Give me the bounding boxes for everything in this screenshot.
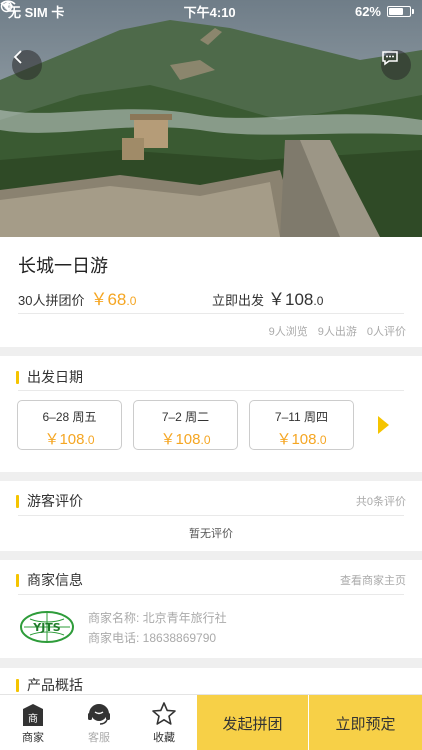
group-price-label: 30人拼团价 (18, 293, 85, 308)
merchant-phone[interactable]: 商家电话: 18638869790 (88, 628, 227, 648)
date-option[interactable]: 7–2 周二 ￥108.0 (133, 400, 238, 450)
now-price-label: 立即出发 (212, 293, 265, 308)
group-price-value: ￥68.0 (90, 290, 137, 309)
reviews-section: 游客评价 共0条评价 暂无评价 (0, 481, 422, 551)
chat-bubble-icon (382, 51, 398, 66)
book-now-button[interactable]: 立即预定 (309, 695, 422, 750)
date-text: 7–2 周二 (161, 410, 210, 424)
departure-title: 出发日期 (27, 369, 83, 385)
departure-section: 出发日期 6–28 周五 ￥108.0 7–2 周二 ￥108.0 7–11 周… (0, 356, 422, 472)
service-tab-label: 客服 (88, 732, 110, 744)
battery-percent: 62% (354, 3, 381, 19)
hero-image: 无 SIM 卡 下午4:10 62% (0, 0, 422, 237)
product-overview-title: 产品概括 (27, 677, 83, 693)
battery-cap (412, 8, 414, 14)
accent-bar (16, 370, 19, 384)
accent-bar (16, 494, 19, 508)
headset-icon (88, 704, 110, 725)
merchant-tab[interactable]: 商 商家 (0, 695, 66, 750)
back-button[interactable] (12, 50, 42, 80)
section-header: 游客评价 共0条评价 (16, 490, 406, 512)
merchant-logo[interactable]: YJTS (16, 609, 78, 645)
section-header: 出发日期 (16, 366, 406, 388)
reviews-title: 游客评价 (27, 493, 83, 509)
merchant-title: 商家信息 (27, 572, 83, 588)
clock-text: 下午4:10 (183, 4, 236, 20)
date-price: ￥108.0 (276, 431, 327, 448)
product-title: 长城一日游 (18, 256, 108, 276)
start-group-button[interactable]: 发起拼团 (197, 695, 308, 750)
reviews-count: 0人评价 (366, 326, 406, 338)
message-button[interactable] (381, 50, 411, 80)
status-bar: 无 SIM 卡 下午4:10 62% (0, 0, 422, 22)
section-header: 产品概括 (16, 674, 406, 696)
date-text: 6–28 周五 (42, 410, 97, 424)
price-row: 30人拼团价 ￥68.0 立即出发 ￥108.0 (18, 285, 404, 309)
date-option[interactable]: 7–11 周四 ￥108.0 (249, 400, 354, 450)
service-tab[interactable]: 客服 (66, 695, 132, 750)
now-price: 立即出发 ￥108.0 (212, 285, 323, 310)
svg-text:YJTS: YJTS (32, 621, 61, 634)
location-arrow-icon (1, 1, 10, 10)
merchant-section: 商家信息 查看商家主页 YJTS 商家名称: 北京青年旅行社 商家电话: 186… (0, 560, 422, 658)
date-text: 7–11 周四 (274, 410, 329, 424)
group-price: 30人拼团价 ￥68.0 (18, 285, 136, 310)
favorite-tab[interactable]: 收藏 (131, 695, 197, 750)
reviews-count-link[interactable]: 共0条评价 (356, 493, 406, 509)
divider (18, 515, 404, 516)
merchant-info: 商家名称: 北京青年旅行社 商家电话: 18638869790 (88, 608, 227, 648)
svg-text:商: 商 (28, 712, 38, 725)
chevron-left-icon (13, 50, 22, 64)
accent-bar (16, 678, 19, 692)
date-option[interactable]: 6–28 周五 ￥108.0 (17, 400, 122, 450)
date-price: ￥108.0 (160, 431, 211, 448)
departed-count: 9人出游 (317, 326, 357, 338)
accent-bar (16, 573, 19, 587)
merchant-tab-label: 商家 (22, 732, 44, 744)
carrier-text: 无 SIM 卡 (8, 4, 65, 20)
product-stats: 9人浏览 9人出游 0人评价 (269, 323, 406, 339)
favorite-tab-label: 收藏 (153, 732, 175, 744)
now-price-value: ￥108.0 (268, 290, 324, 309)
date-price: ￥108.0 (44, 431, 95, 448)
divider (18, 313, 404, 314)
star-outline-icon (152, 702, 176, 725)
merchant-name: 商家名称: 北京青年旅行社 (88, 611, 227, 625)
great-wall-photo (0, 0, 422, 237)
divider (18, 594, 404, 595)
more-dates-arrow-icon[interactable] (378, 416, 389, 434)
divider (18, 390, 404, 391)
view-merchant-link[interactable]: 查看商家主页 (340, 572, 406, 588)
no-reviews-text: 暂无评价 (189, 528, 233, 540)
bottom-action-bar: 商 商家 客服 收藏 发起拼团 立即预定 (0, 694, 422, 750)
section-header: 商家信息 查看商家主页 (16, 569, 406, 591)
battery-icon (387, 5, 411, 17)
views-count: 9人浏览 (268, 326, 308, 338)
product-summary: 长城一日游 30人拼团价 ￥68.0 立即出发 ￥108.0 9人浏览 9人出游… (0, 237, 422, 347)
shop-icon: 商 (23, 704, 43, 726)
